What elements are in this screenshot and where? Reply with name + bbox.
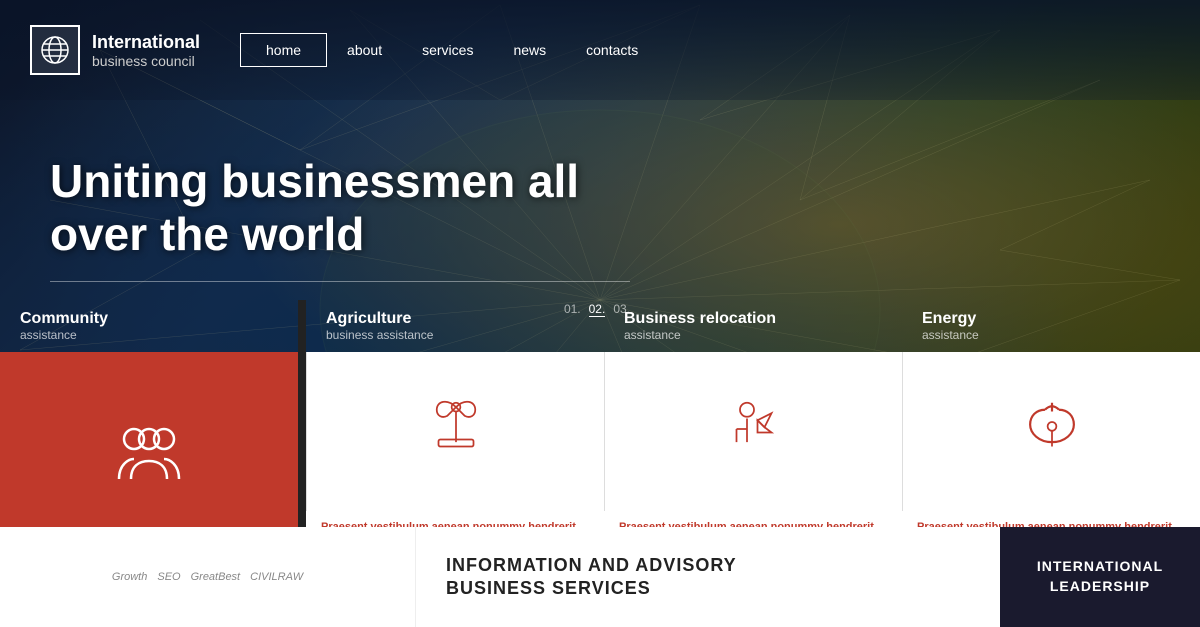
service-subtitle-energy: assistance [922, 328, 1180, 342]
service-card-relocation[interactable]: Business relocationassistance Praesent v… [604, 300, 902, 560]
site-header: International business council homeabout… [0, 0, 1200, 100]
intl-leadership-block[interactable]: INTERNATIONAL Leadership [1000, 527, 1200, 627]
service-header-relocation: Business relocationassistance [604, 300, 902, 352]
people-icon [109, 414, 189, 499]
service-header-energy: Energyassistance [902, 300, 1200, 352]
puzzle-person-icon [719, 394, 789, 469]
service-card-community[interactable]: Communityassistance [0, 300, 298, 560]
service-card-agriculture[interactable]: Agriculturebusiness assistance Praesent … [306, 300, 604, 560]
bottom-info: INFORMATION AND ADVISORY BUSINESS SERVIC… [415, 527, 1000, 627]
nav-item-contacts[interactable]: contacts [566, 34, 658, 66]
service-title-agriculture: Agriculture [326, 310, 584, 328]
service-title-relocation: Business relocation [624, 310, 882, 328]
nav-item-services[interactable]: services [402, 34, 493, 66]
service-icon-area-relocation [604, 352, 902, 511]
service-header-agriculture: Agriculturebusiness assistance [306, 300, 604, 352]
nav-item-news[interactable]: news [493, 34, 566, 66]
partner-logo-civilraw: CIVILRAW [250, 571, 303, 583]
apple-icon [421, 394, 491, 469]
nav-item-home[interactable]: home [240, 33, 327, 67]
partner-logos: Growth SEO GreatBest CIVILRAW [112, 571, 303, 583]
service-subtitle-relocation: assistance [624, 328, 882, 342]
logo-box [30, 25, 80, 75]
nav-item-about[interactable]: about [327, 34, 402, 66]
service-title-energy: Energy [922, 310, 1180, 328]
service-card-energy[interactable]: Energyassistance Praesent vestibulum aen… [902, 300, 1200, 560]
globe-icon [39, 34, 71, 66]
brand-sub: business council [92, 53, 200, 69]
service-subtitle-community: assistance [20, 328, 278, 342]
service-header-community: Communityassistance [0, 300, 298, 352]
service-subtitle-agriculture: business assistance [326, 328, 584, 342]
service-icon-area-agriculture [306, 352, 604, 511]
logo-area[interactable]: International business council [30, 25, 200, 75]
intl-leadership-label: INTERNATIONAL Leadership [1037, 557, 1163, 596]
hero-title: Uniting businessmen all over the world [50, 155, 630, 261]
main-nav: homeaboutservicesnewscontacts [230, 33, 658, 67]
hero-divider [50, 281, 630, 282]
hero-content: Uniting businessmen all over the world 0… [50, 155, 630, 322]
partner-logo-growth: Growth [112, 571, 147, 583]
info-title: INFORMATION AND ADVISORY BUSINESS SERVIC… [446, 554, 970, 601]
brand-name: International [92, 32, 200, 53]
partner-logo-greatbest: GreatBest [191, 571, 241, 583]
touch-icon [1017, 394, 1087, 469]
service-icon-area-energy [902, 352, 1200, 511]
services-row: Communityassistance Agriculturebusiness … [0, 300, 1200, 560]
service-title-community: Community [20, 310, 278, 328]
partner-logo-seo: SEO [157, 571, 180, 583]
logo-text: International business council [92, 32, 200, 69]
bottom-section: Growth SEO GreatBest CIVILRAW INFORMATION A… [0, 527, 1200, 627]
card-divider [298, 300, 306, 560]
bottom-logos-area: Growth SEO GreatBest CIVILRAW [0, 527, 415, 627]
